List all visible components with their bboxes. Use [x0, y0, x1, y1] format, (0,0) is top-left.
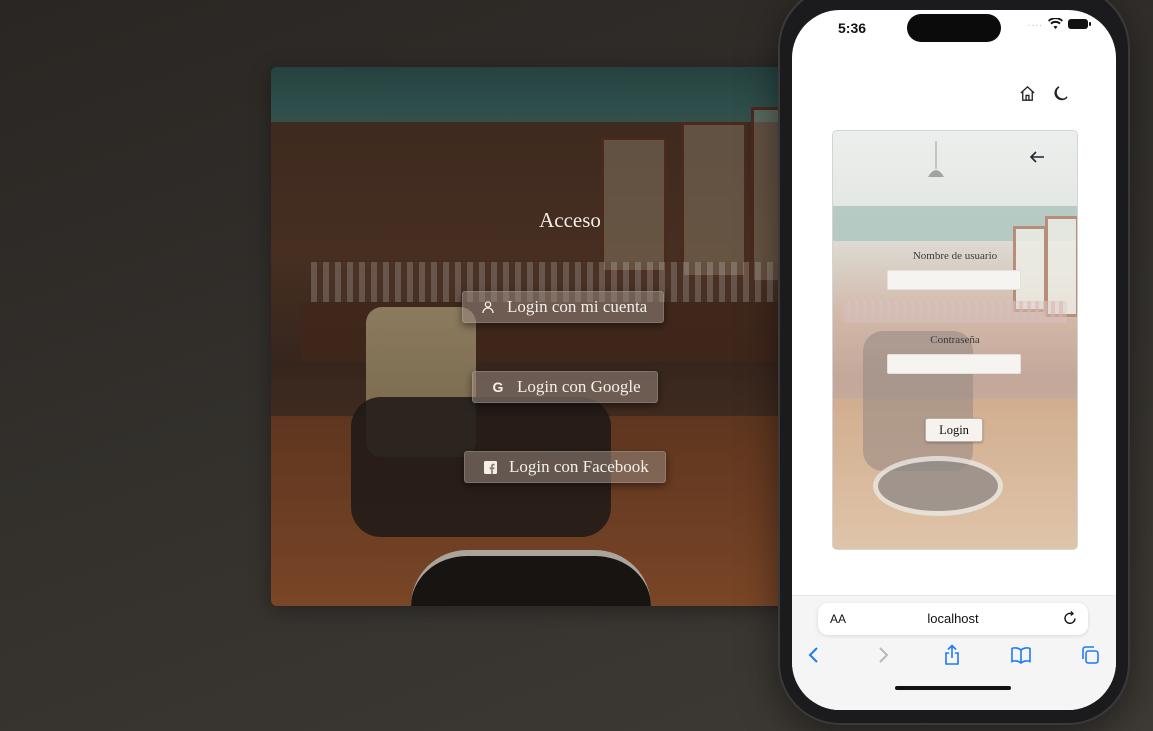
phone-screen: 5:36 .... Nombre de usuario Contraseña L…	[792, 10, 1116, 710]
wifi-icon	[1048, 18, 1063, 29]
username-input[interactable]	[887, 270, 1021, 290]
browser-toolbar: AA localhost	[792, 595, 1116, 710]
login-facebook-label: Login con Facebook	[509, 457, 649, 476]
browser-nav-row	[792, 644, 1116, 670]
mobile-login-card: Nombre de usuario Contraseña Login	[832, 130, 1078, 550]
phone-frame: 5:36 .... Nombre de usuario Contraseña L…	[780, 0, 1128, 723]
login-facebook-button[interactable]: Login con Facebook	[464, 451, 666, 483]
back-arrow-icon[interactable]	[1028, 148, 1046, 166]
google-icon: G	[492, 379, 504, 395]
home-indicator	[895, 686, 1011, 690]
page-title: Acceso	[539, 208, 601, 232]
forward-icon[interactable]	[872, 644, 894, 666]
password-input[interactable]	[887, 354, 1021, 374]
reload-icon[interactable]	[1062, 610, 1078, 626]
desktop-login-card: Acceso Login con mi cuenta G Login con G…	[271, 67, 831, 606]
bookmarks-icon[interactable]	[1010, 644, 1032, 666]
login-google-button[interactable]: G Login con Google	[472, 371, 658, 403]
login-account-button[interactable]: Login con mi cuenta	[462, 291, 665, 323]
address-bar[interactable]: AA localhost	[818, 603, 1088, 635]
url-text: localhost	[927, 611, 979, 626]
login-google-label: Login con Google	[517, 377, 641, 396]
battery-icon	[1068, 18, 1091, 29]
signal-icon: ....	[1027, 18, 1043, 29]
facebook-icon	[481, 460, 499, 474]
dynamic-island	[907, 14, 1001, 42]
top-icon-bar	[1018, 84, 1070, 103]
share-icon[interactable]	[941, 644, 963, 666]
login-account-label: Login con mi cuenta	[507, 297, 648, 316]
moon-icon[interactable]	[1051, 84, 1070, 103]
status-icons: ....	[1027, 18, 1091, 29]
home-icon[interactable]	[1018, 84, 1037, 103]
username-label: Nombre de usuario	[912, 250, 998, 262]
login-button[interactable]: Login	[925, 418, 983, 442]
background-overlay	[271, 67, 831, 606]
status-time: 5:36	[838, 20, 867, 36]
tabs-icon[interactable]	[1079, 644, 1101, 666]
back-icon[interactable]	[803, 644, 825, 666]
password-label: Contraseña	[930, 334, 980, 346]
user-icon	[479, 300, 497, 314]
